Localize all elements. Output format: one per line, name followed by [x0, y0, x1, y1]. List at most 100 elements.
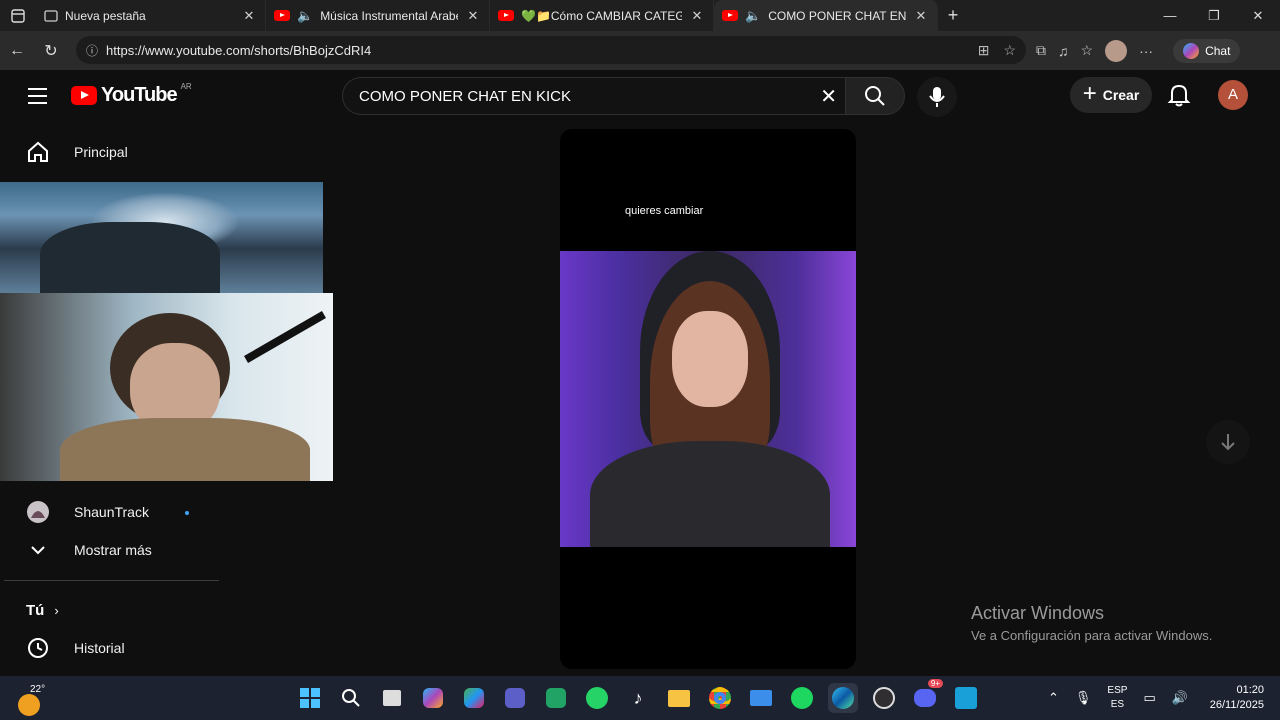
address-toolbar: ← ↻ ⓘ https://www.youtube.com/shorts/BhB… — [0, 31, 1280, 70]
minimize-icon[interactable]: — — [1148, 0, 1192, 31]
shorts-player[interactable]: quieres cambiar — [560, 129, 856, 669]
close-window-icon[interactable]: ✕ — [1236, 0, 1280, 31]
chrome-icon[interactable] — [705, 683, 735, 713]
home-icon — [26, 140, 50, 164]
tab-new-tab[interactable]: Nueva pestaña ✕ — [36, 0, 266, 31]
m365-icon[interactable] — [459, 683, 489, 713]
extensions-icon[interactable]: ⧉ — [1036, 42, 1046, 59]
edge-icon[interactable] — [828, 683, 858, 713]
browser-toolbar-right: ⧉ ♫ ☆ ··· Chat — [1036, 31, 1241, 70]
tab-title: COMO PONER CHAT EN KIC — [768, 8, 906, 23]
notifications-icon[interactable] — [1166, 82, 1192, 108]
spotify-icon[interactable] — [787, 683, 817, 713]
favorites-icon[interactable]: ☆ — [1081, 42, 1094, 59]
youtube-play-icon — [71, 86, 97, 105]
tab-title: Música Instrumental Arabe r — [320, 8, 458, 23]
sidebar-item-home[interactable]: Principal — [26, 140, 128, 164]
volume-icon[interactable]: 🔊 — [1172, 690, 1188, 706]
search-query[interactable]: COMO PONER CHAT EN KICK — [359, 88, 571, 105]
voice-search-button[interactable] — [917, 77, 957, 117]
sidebar-item-history[interactable]: Historial — [26, 636, 125, 660]
copilot-icon — [1183, 42, 1200, 59]
task-view-icon[interactable] — [377, 683, 407, 713]
time: 01:20 — [1236, 684, 1264, 696]
sidebar-item-label: Historial — [74, 640, 125, 656]
search-icon[interactable] — [336, 683, 366, 713]
sidebar-item-label: ShaunTrack — [74, 504, 149, 520]
logo-text: YouTube — [101, 84, 178, 106]
microphone-icon[interactable]: 🎙 — [1075, 690, 1092, 706]
next-short-button[interactable] — [1206, 420, 1250, 464]
weather-widget[interactable]: 22° — [18, 680, 58, 716]
whatsapp-icon[interactable] — [582, 683, 612, 713]
create-label: Crear — [1102, 87, 1140, 103]
obs-icon[interactable] — [869, 683, 899, 713]
back-icon[interactable]: ← — [0, 42, 34, 60]
close-tab-icon[interactable]: ✕ — [913, 8, 929, 24]
mail-icon[interactable] — [746, 683, 776, 713]
close-tab-icon[interactable]: ✕ — [689, 8, 705, 24]
section-label: Tú — [26, 602, 45, 619]
system-tray: ⌃ 🎙 ESP ES ▭ 🔊 — [1048, 676, 1188, 720]
language-indicator[interactable]: ESP ES — [1107, 684, 1127, 712]
video-frame[interactable] — [560, 251, 856, 547]
site-info-icon[interactable]: ⓘ — [86, 42, 98, 59]
menu-icon[interactable] — [28, 88, 47, 109]
youtube-page: YouTube AR COMO PONER CHAT EN KICK ✕ + C… — [0, 70, 1276, 672]
account-avatar[interactable]: A — [1218, 80, 1248, 110]
sidebar-section-you[interactable]: Tú › — [26, 602, 59, 619]
copilot-icon[interactable] — [418, 683, 448, 713]
create-button[interactable]: + Crear — [1070, 77, 1152, 113]
youtube-icon — [722, 10, 738, 21]
copilot-chat-button[interactable]: Chat — [1173, 38, 1241, 63]
search-input[interactable]: COMO PONER CHAT EN KICK ✕ — [342, 77, 845, 115]
temperature: 22° — [30, 684, 46, 695]
teams-icon[interactable] — [500, 683, 530, 713]
close-tab-icon[interactable]: ✕ — [465, 8, 481, 24]
clock[interactable]: 01:20 26/11/2025 — [1200, 683, 1264, 713]
favorite-star-icon[interactable]: ☆ — [1003, 42, 1016, 59]
url-text[interactable]: https://www.youtube.com/shorts/BhBojzCdR… — [106, 43, 371, 58]
close-tab-icon[interactable]: ✕ — [241, 8, 257, 24]
discord-icon[interactable]: 9+ — [910, 679, 943, 713]
app-available-icon[interactable]: ⊞ — [978, 42, 990, 59]
lang-bottom: ES — [1110, 699, 1125, 710]
refresh-icon[interactable]: ↻ — [34, 41, 68, 61]
browser-tab-strip: Nueva pestaña ✕ 🔈 Música Instrumental Ar… — [0, 0, 1280, 31]
profile-avatar[interactable] — [1105, 39, 1128, 62]
tab-category[interactable]: 💚📁Cómo CAMBIAR CATEGORÍ ✕ — [490, 0, 714, 31]
chevron-right-icon: › — [54, 603, 59, 618]
more-menu-icon[interactable]: ··· — [1139, 43, 1153, 59]
clear-search-icon[interactable]: ✕ — [820, 84, 837, 109]
tab-current[interactable]: 🔈 COMO PONER CHAT EN KIC ✕ — [714, 0, 938, 31]
tiktok-icon[interactable]: ♪ — [623, 683, 653, 713]
network-icon[interactable]: ▭ — [1143, 690, 1155, 706]
new-tab-button[interactable]: + — [938, 5, 968, 26]
workspaces-icon[interactable] — [0, 0, 36, 31]
read-aloud-icon[interactable]: ♫ — [1058, 43, 1069, 59]
microphone-icon — [929, 87, 945, 107]
activate-windows-watermark: Activar Windows Ve a Configuración para … — [971, 603, 1212, 643]
search-button[interactable] — [845, 77, 905, 115]
webcam-overlay-streamer — [0, 293, 333, 481]
chevron-up-icon[interactable]: ⌃ — [1048, 690, 1059, 706]
sidebar-show-more[interactable]: Mostrar más — [26, 538, 152, 562]
address-bar[interactable]: ⓘ https://www.youtube.com/shorts/BhBojzC… — [76, 36, 1026, 64]
youtube-logo[interactable]: YouTube AR — [71, 82, 192, 107]
tab-music[interactable]: 🔈 Música Instrumental Arabe r ✕ — [266, 0, 490, 31]
video-caption: quieres cambiar — [625, 205, 704, 217]
chat-label: Chat — [1205, 43, 1231, 58]
sidebar-item-label: Mostrar más — [74, 542, 152, 558]
app-icon[interactable] — [951, 683, 981, 713]
speaker-icon[interactable]: 🔈 — [745, 8, 761, 24]
sidebar-divider — [4, 580, 219, 581]
file-explorer-icon[interactable] — [664, 683, 694, 713]
store-icon[interactable] — [541, 683, 571, 713]
sidebar-item-channel[interactable]: ShaunTrack — [26, 500, 149, 524]
windows-taskbar: 22° ♪ 9+ ⌃ 🎙 ESP ES ▭ 🔊 01:20 26/11/2025 — [0, 676, 1280, 720]
speaker-icon[interactable]: 🔈 — [297, 8, 313, 24]
sidebar-item-label: Principal — [74, 144, 128, 160]
restore-icon[interactable]: ❐ — [1192, 0, 1236, 31]
youtube-icon — [498, 10, 514, 21]
start-icon[interactable] — [295, 683, 325, 713]
